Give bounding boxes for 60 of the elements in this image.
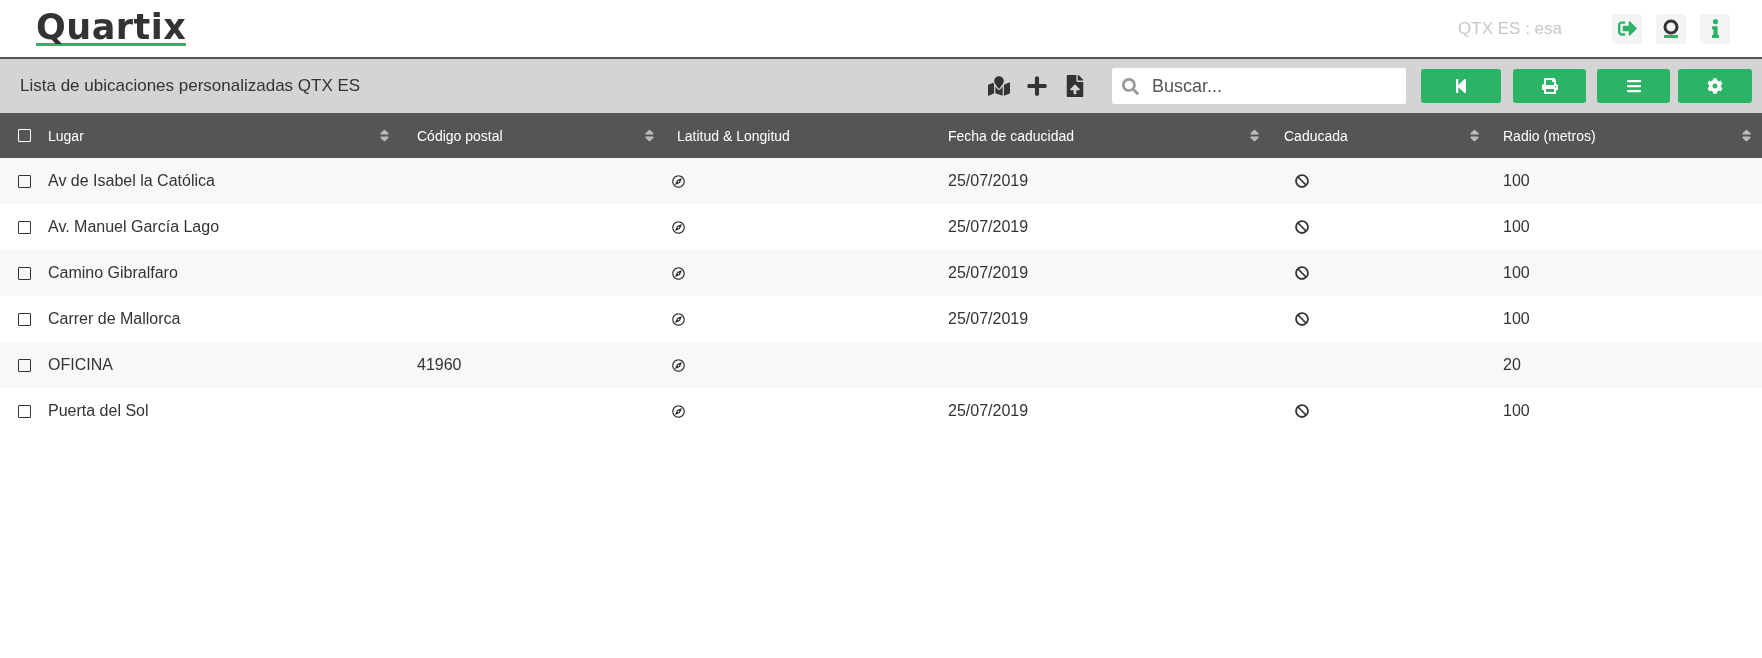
expiry-date-cell: 25/07/2019 bbox=[948, 310, 1029, 328]
info-icon[interactable] bbox=[1700, 13, 1730, 44]
sort-icon[interactable] bbox=[1467, 128, 1482, 143]
radius-cell: 100 bbox=[1503, 218, 1530, 236]
column-header[interactable]: Fecha de caducidad bbox=[948, 127, 1075, 144]
upload-icon[interactable] bbox=[1064, 75, 1086, 97]
sort-icon[interactable] bbox=[1739, 128, 1754, 143]
row-checkbox[interactable] bbox=[17, 266, 31, 280]
sort-icon[interactable] bbox=[377, 128, 392, 143]
place-cell: Av de Isabel la Católica bbox=[48, 172, 215, 190]
compass-icon[interactable] bbox=[672, 266, 685, 280]
row-checkbox[interactable] bbox=[17, 312, 31, 326]
place-cell: OFICINA bbox=[48, 356, 113, 374]
skip-back-icon bbox=[1453, 78, 1469, 94]
ring-logo-icon[interactable] bbox=[1656, 13, 1686, 44]
sort-icon[interactable] bbox=[642, 128, 657, 143]
search-icon bbox=[1122, 78, 1139, 95]
sort-icon[interactable] bbox=[1247, 128, 1262, 143]
expiry-date-cell: 25/07/2019 bbox=[948, 172, 1029, 190]
settings-icon bbox=[1707, 78, 1723, 94]
logout-icon[interactable] bbox=[1612, 13, 1642, 44]
settings-button[interactable] bbox=[1678, 69, 1752, 103]
page-title: Lista de ubicaciones personalizadas QTX ES bbox=[20, 76, 361, 96]
column-header[interactable]: Código postal bbox=[417, 127, 503, 144]
place-cell: Carrer de Mallorca bbox=[48, 310, 181, 328]
radius-cell: 20 bbox=[1503, 356, 1521, 374]
first-page-button[interactable] bbox=[1421, 69, 1501, 103]
place-cell: Puerta del Sol bbox=[48, 402, 149, 420]
postcode-cell: 41960 bbox=[417, 356, 462, 374]
column-header[interactable]: Latitud & Longitud bbox=[677, 127, 790, 144]
quartix-logo[interactable]: Quartix bbox=[36, 11, 187, 46]
search-field[interactable]: Buscar... bbox=[1112, 68, 1406, 104]
menu-icon bbox=[1625, 78, 1642, 94]
column-header[interactable]: Radio (metros) bbox=[1503, 127, 1596, 144]
expiry-date-cell: 25/07/2019 bbox=[948, 218, 1029, 236]
radius-cell: 100 bbox=[1503, 172, 1530, 190]
print-button[interactable] bbox=[1513, 69, 1586, 103]
compass-icon[interactable] bbox=[672, 174, 685, 188]
row-checkbox[interactable] bbox=[17, 404, 31, 418]
radius-cell: 100 bbox=[1503, 310, 1530, 328]
place-cell: Av. Manuel García Lago bbox=[48, 218, 220, 236]
row-checkbox[interactable] bbox=[17, 220, 31, 234]
menu-button[interactable] bbox=[1597, 69, 1670, 103]
row-checkbox[interactable] bbox=[17, 174, 31, 188]
expiry-date-cell: 25/07/2019 bbox=[948, 402, 1029, 420]
compass-icon[interactable] bbox=[672, 404, 685, 418]
column-header[interactable]: Lugar bbox=[48, 127, 84, 144]
place-cell: Camino Gibralfaro bbox=[48, 264, 178, 282]
radius-cell: 100 bbox=[1503, 264, 1530, 282]
compass-icon[interactable] bbox=[672, 312, 685, 326]
compass-icon[interactable] bbox=[672, 220, 685, 234]
map-marker-icon[interactable] bbox=[988, 75, 1010, 97]
column-header[interactable]: Caducada bbox=[1284, 127, 1348, 144]
printer-icon bbox=[1541, 78, 1558, 94]
row-checkbox[interactable] bbox=[17, 358, 31, 372]
select-all-checkbox[interactable] bbox=[17, 129, 31, 142]
compass-icon[interactable] bbox=[672, 358, 685, 372]
plus-icon[interactable] bbox=[1026, 75, 1048, 97]
radius-cell: 100 bbox=[1503, 402, 1530, 420]
expiry-date-cell: 25/07/2019 bbox=[948, 264, 1029, 282]
